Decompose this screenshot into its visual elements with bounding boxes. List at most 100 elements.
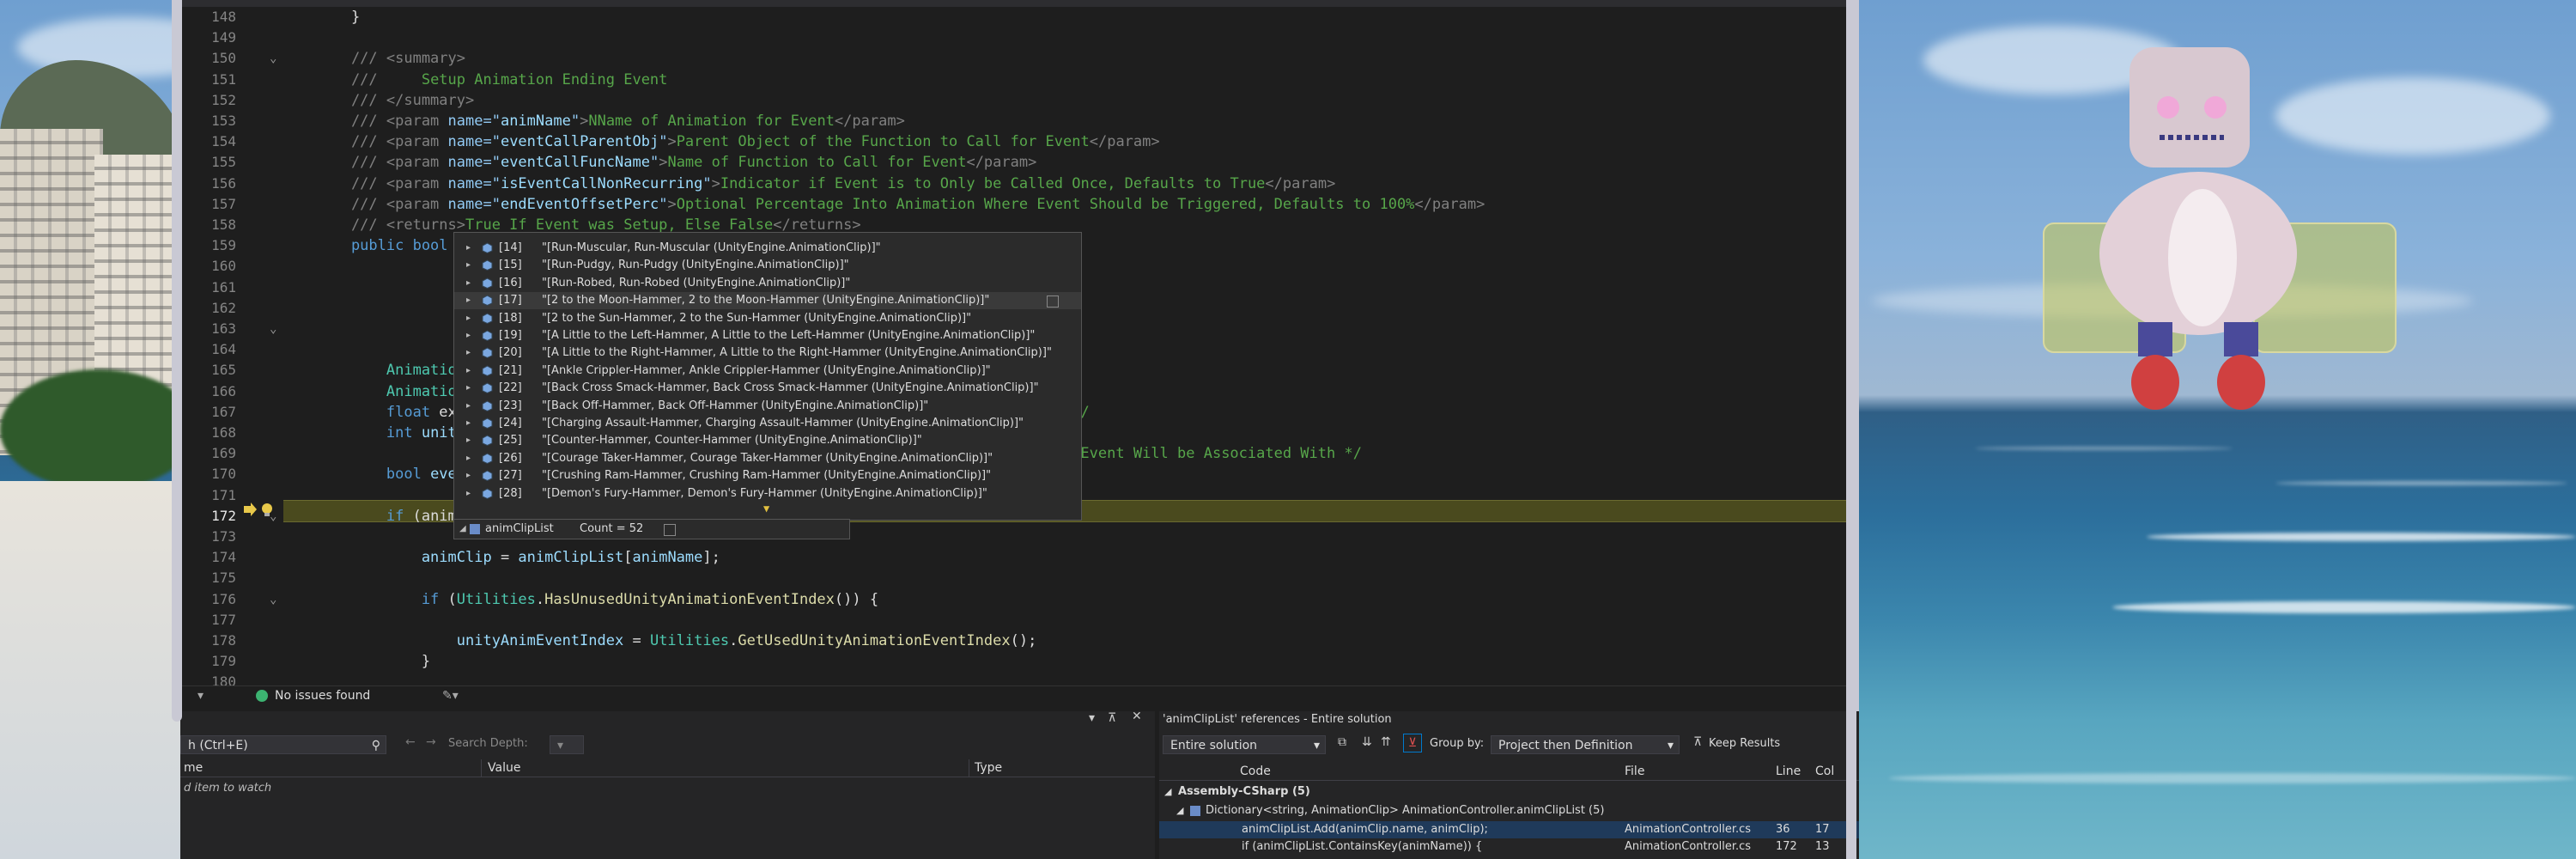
datatip-row[interactable]: ▸ [18] "[2 to the Sun-Hammer, 2 to the Sun… [454,310,1081,327]
breakpoint-arrow-icon[interactable] [242,502,258,517]
expand-arrow-icon[interactable]: ▸ [466,257,471,274]
datatip-row[interactable]: ▸ [14] "[Run-Muscular, Run-Muscular (Unity… [454,240,1081,257]
code-line[interactable]: 179 } [180,651,1850,672]
datatip-row[interactable]: ▸ [26] "[Courage Taker-Hammer, Courage Tak… [454,450,1081,467]
col-name[interactable]: me [184,759,203,777]
code-line[interactable]: 149 [180,27,1850,48]
keep-results-icon[interactable]: ⊼ [1693,735,1702,749]
code-line[interactable]: 148 } [180,7,1850,27]
code-line[interactable]: 175 [180,568,1850,588]
datatip-row[interactable]: ▸ [21] "[Ankle Crippler-Hammer, Ankle Crip… [454,362,1081,380]
col-value[interactable]: Value [488,759,520,777]
reference-row[interactable]: animClipList.Add(animClip.name, animClip… [1159,821,1859,838]
expand-arrow-icon[interactable]: ▸ [466,450,471,467]
code-line[interactable]: 177 [180,610,1850,631]
expand-arrow-icon[interactable]: ▸ [466,275,471,292]
zoom-dropdown[interactable]: ▾ [197,686,204,705]
forward-icon[interactable]: → [426,735,436,749]
code-line[interactable]: 153 /// <param name="animName">NName of … [180,111,1850,131]
collapse-all-icon[interactable]: ⇊ [1362,735,1372,749]
expand-arrow-icon[interactable]: ▸ [466,310,471,327]
keep-results-button[interactable]: Keep Results [1709,737,1780,750]
code-line[interactable]: 178 unityAnimEventIndex = Utilities.GetU… [180,631,1850,651]
col-code[interactable]: Code [1240,763,1271,780]
copy-icon[interactable]: ⧉ [1338,735,1346,749]
expand-arrow-icon[interactable]: ▸ [466,398,471,415]
search-depth-dropdown[interactable]: ▾ [550,735,584,754]
code-line[interactable]: 173 [180,527,1850,547]
code-text: /// Setup Animation Ending Event [316,70,668,88]
back-icon[interactable]: ← [405,735,416,749]
code-line[interactable]: 174 animClip = animClipList[animName]; [180,547,1850,568]
pin-icon[interactable] [664,524,676,536]
group-by-dropdown[interactable]: Project then Definition ▾ [1491,735,1680,754]
col-file[interactable]: File [1625,763,1644,780]
scope-dropdown[interactable]: Entire solution ▾ [1163,735,1326,754]
col-line[interactable]: Line [1776,763,1801,780]
col-type[interactable]: Type [975,759,1002,777]
expand-arrow-icon[interactable]: ▸ [466,432,471,449]
pin-panel-icon[interactable]: ⊼ [1108,711,1116,725]
datatip-row[interactable]: ▸ [24] "[Charging Assault-Hammer, Charging… [454,415,1081,432]
add-watch-hint[interactable]: d item to watch [184,780,271,797]
datatip-row[interactable]: ▸ [27] "[Crushing Ram-Hammer, Crushing Ram… [454,467,1081,484]
datatip-row[interactable]: ▸ [17] "[2 to the Moon-Hammer, 2 to the Mo… [454,292,1081,310]
object-icon [482,347,493,359]
find-references-panel[interactable]: 'animClipList' references - Entire solut… [1159,711,1859,859]
datatip-summary[interactable]: ◢ animClipList Count = 52 [453,519,850,539]
fold-toggle-icon[interactable]: ⌄ [270,589,276,610]
fold-toggle-icon[interactable]: ⌄ [270,48,276,69]
code-line[interactable]: 151 /// Setup Animation Ending Event [180,70,1850,90]
datatip-row[interactable]: ▸ [23] "[Back Off-Hammer, Back Off-Hammer … [454,398,1081,415]
object-icon [482,277,493,289]
datatip-row[interactable]: ▸ [19] "[A Little to the Left-Hammer, A Li… [454,327,1081,344]
expand-all-icon[interactable]: ⇈ [1381,735,1391,749]
search-icon[interactable]: ⚲ [372,736,380,755]
datatip-popup[interactable]: ▸ [14] "[Run-Muscular, Run-Muscular (Unity… [453,232,1082,521]
code-line[interactable]: 152 /// </summary> [180,90,1850,111]
fold-toggle-icon[interactable]: ⌄ [270,319,276,339]
expand-arrow-icon[interactable]: ▸ [466,415,471,432]
code-line[interactable]: 156 /// <param name="isEventCallNonRecur… [180,174,1850,194]
expand-arrow-icon[interactable]: ▸ [466,362,471,380]
expand-arrow-icon[interactable]: ▸ [466,292,471,309]
collapse-arrow-icon[interactable]: ◢ [1176,802,1183,819]
pin-icon[interactable] [1047,295,1059,308]
datatip-row[interactable]: ▸ [16] "[Run-Robed, Run-Robed (UnityEngine… [454,275,1081,292]
code-line[interactable]: 157 /// <param name="endEventOffsetPerc"… [180,194,1850,215]
col-col[interactable]: Col [1815,763,1834,780]
expand-arrow-icon[interactable]: ▸ [466,240,471,257]
code-line[interactable]: 155 /// <param name="eventCallFuncName">… [180,152,1850,173]
expand-arrow-icon[interactable]: ▸ [466,344,471,362]
expand-arrow-icon[interactable]: ◢ [459,520,466,539]
assembly-group[interactable]: ◢ Assembly-CSharp (5) [1159,783,1859,801]
code-line[interactable]: 150 ⌄ /// <summary> [180,48,1850,69]
object-icon [482,488,493,499]
code-line[interactable]: 176 ⌄ if (Utilities.HasUnusedUnityAnimati… [180,589,1850,610]
datatip-row[interactable]: ▸ [28] "[Demon's Fury-Hammer, Demon's Fury… [454,485,1081,503]
reference-row[interactable]: if (animClipList.ContainsKey(animName)) … [1159,838,1859,856]
collapse-arrow-icon[interactable]: ◢ [1164,783,1171,801]
watch-panel[interactable]: ▾ ⊼ ✕ h (Ctrl+E) ⚲ ← → Search Depth: ▾ m… [180,710,1155,859]
wave [2147,533,2576,541]
expand-arrow-icon[interactable]: ▸ [466,485,471,503]
expand-arrow-icon[interactable]: ▸ [466,380,471,397]
datatip-var-name: animClipList [485,522,554,535]
definition-group[interactable]: ◢ Dictionary<string, AnimationClip> Anim… [1159,802,1859,819]
expand-arrow-icon[interactable]: ▸ [466,327,471,344]
editor-tab-strip[interactable] [180,0,1850,7]
issues-status[interactable]: No issues found [275,686,370,705]
datatip-row[interactable]: ▸ [22] "[Back Cross Smack-Hammer, Back Cro… [454,380,1081,397]
lightbulb-icon[interactable] [259,502,275,517]
watch-search-input[interactable]: h (Ctrl+E) ⚲ [180,735,386,754]
scroll-down-icon[interactable]: ▼ [763,503,769,515]
expand-arrow-icon[interactable]: ▸ [466,467,471,484]
panel-menu-icon[interactable]: ▾ [1089,711,1095,725]
datatip-row[interactable]: ▸ [20] "[A Little to the Right-Hammer, A L… [454,344,1081,362]
close-icon[interactable]: ✕ [1132,710,1142,723]
filter-icon[interactable]: ⊻ [1403,734,1422,752]
code-line[interactable]: 154 /// <param name="eventCallParentObj"… [180,131,1850,152]
datatip-row[interactable]: ▸ [25] "[Counter-Hammer, Counter-Hammer (U… [454,432,1081,449]
datatip-row[interactable]: ▸ [15] "[Run-Pudgy, Run-Pudgy (UnityEngine… [454,257,1081,274]
issue-filter-icon[interactable]: ✎▾ [442,686,459,705]
